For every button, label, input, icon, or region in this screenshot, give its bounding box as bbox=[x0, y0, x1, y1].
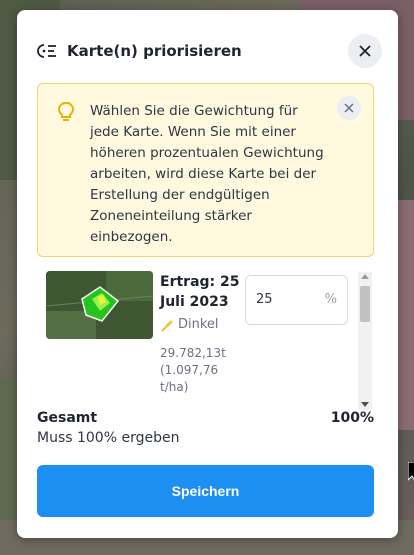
map-list[interactable]: Ertrag: 25 Juli 2023 Dinkel 29.782,13t (… bbox=[37, 265, 374, 403]
scroll-up-icon[interactable] bbox=[361, 274, 369, 279]
list-scrollbar[interactable] bbox=[358, 272, 372, 410]
total-label: Gesamt bbox=[37, 410, 98, 426]
close-dialog-button[interactable] bbox=[348, 34, 382, 68]
crop-name: Dinkel bbox=[178, 317, 219, 332]
save-button[interactable]: Speichern bbox=[37, 465, 374, 517]
total-value: 100% bbox=[330, 410, 374, 426]
weight-unit: % bbox=[324, 292, 337, 307]
total-hint: Muss 100% ergeben bbox=[37, 430, 180, 446]
info-text: Wählen Sie die Gewichtung für jede Karte… bbox=[90, 103, 324, 245]
info-banner: Wählen Sie die Gewichtung für jede Karte… bbox=[37, 83, 374, 257]
mouse-cursor-icon bbox=[408, 462, 414, 481]
wheat-icon bbox=[161, 319, 173, 332]
scroll-down-icon[interactable] bbox=[361, 402, 369, 407]
list-item: Ertrag: 25 Juli 2023 Dinkel 29.782,13t (… bbox=[37, 265, 357, 403]
prioritize-list-icon bbox=[37, 42, 59, 60]
prioritize-maps-dialog: Karte(n) priorisieren Wählen Sie die Gew… bbox=[17, 10, 398, 538]
map-thumbnail bbox=[46, 271, 153, 339]
yield-value: 29.782,13t (1.097,76 t/ha) bbox=[160, 346, 226, 394]
close-icon bbox=[344, 103, 354, 113]
map-title: Ertrag: 25 Juli 2023 bbox=[160, 274, 240, 310]
scroll-thumb[interactable] bbox=[360, 286, 370, 322]
weight-value: 25 bbox=[256, 292, 273, 307]
close-icon bbox=[359, 45, 371, 57]
crop-row: Dinkel bbox=[160, 317, 219, 332]
lightbulb-icon bbox=[57, 101, 75, 121]
close-info-button[interactable] bbox=[337, 96, 361, 120]
weight-input[interactable]: 25 % bbox=[245, 275, 348, 325]
dialog-header: Karte(n) priorisieren bbox=[37, 34, 382, 68]
dialog-title: Karte(n) priorisieren bbox=[67, 42, 242, 60]
